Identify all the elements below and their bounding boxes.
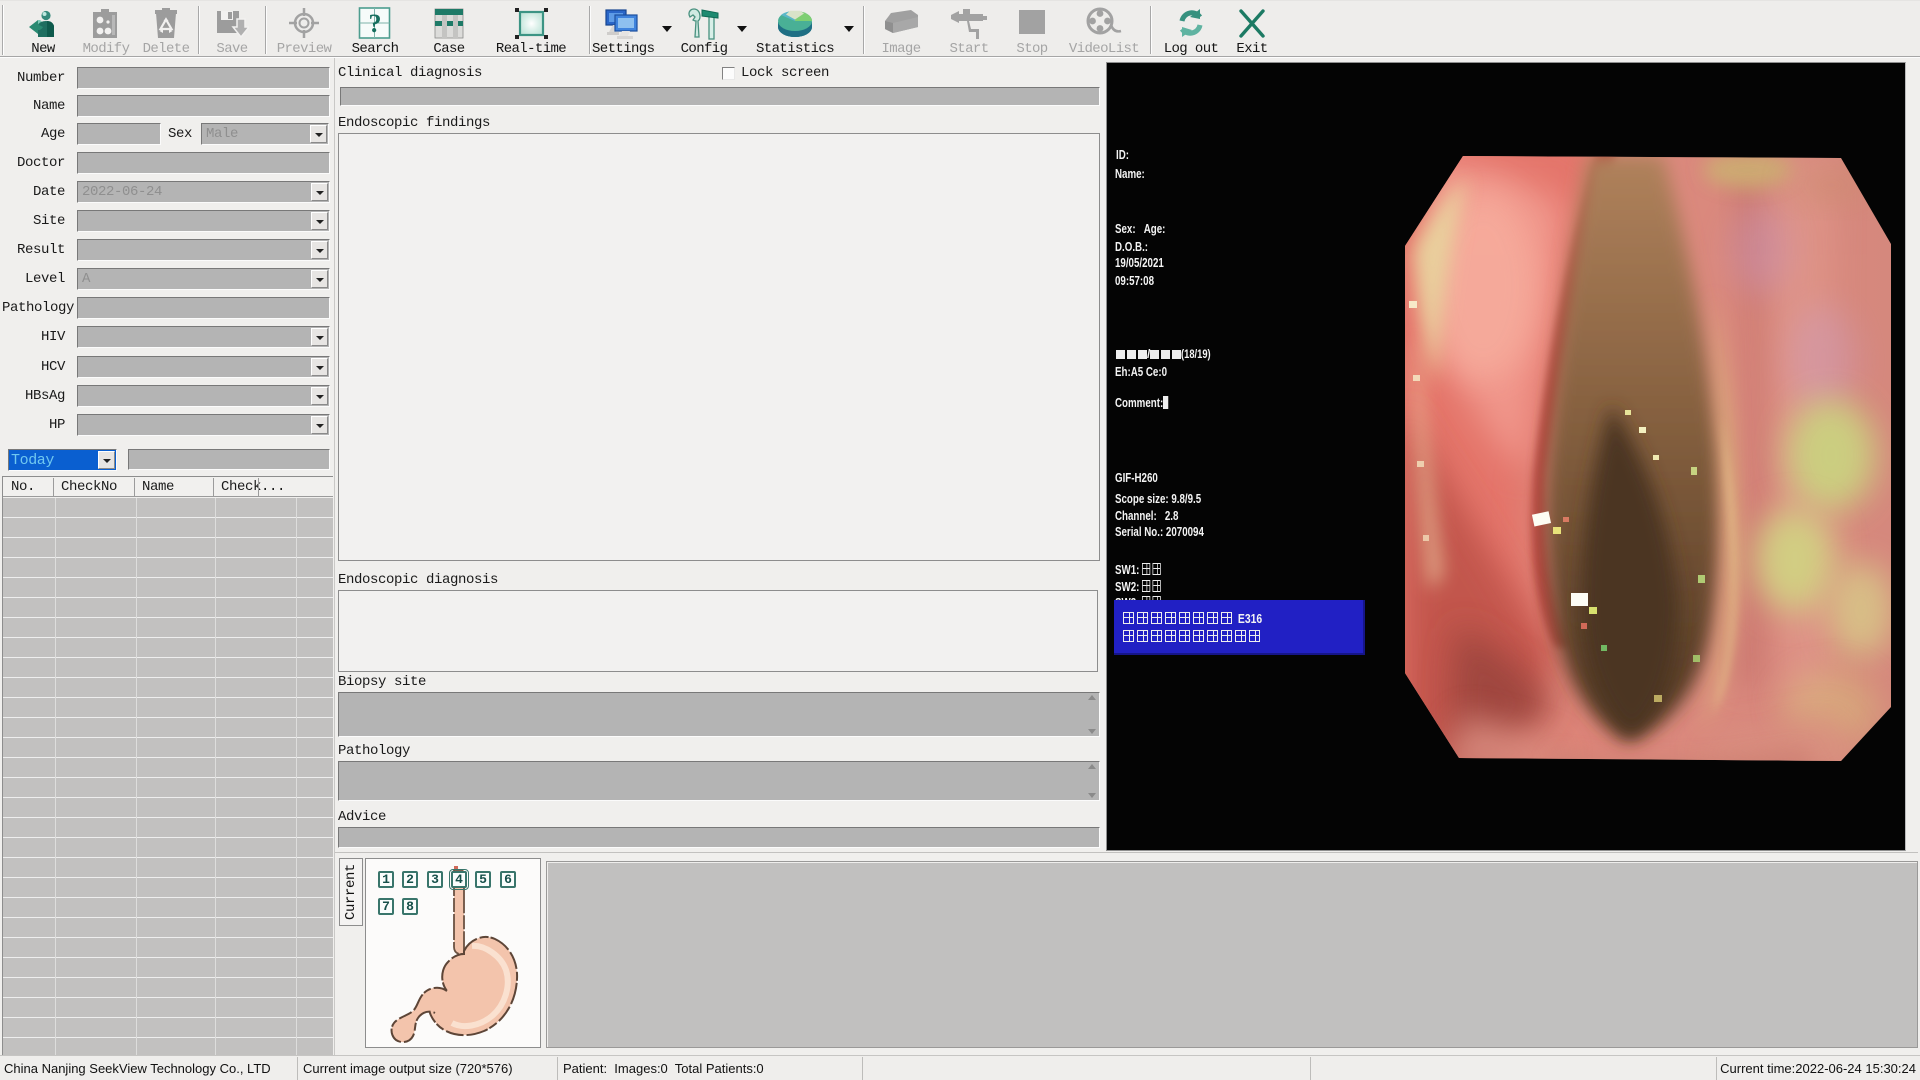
svg-text:?: ?	[369, 9, 382, 38]
